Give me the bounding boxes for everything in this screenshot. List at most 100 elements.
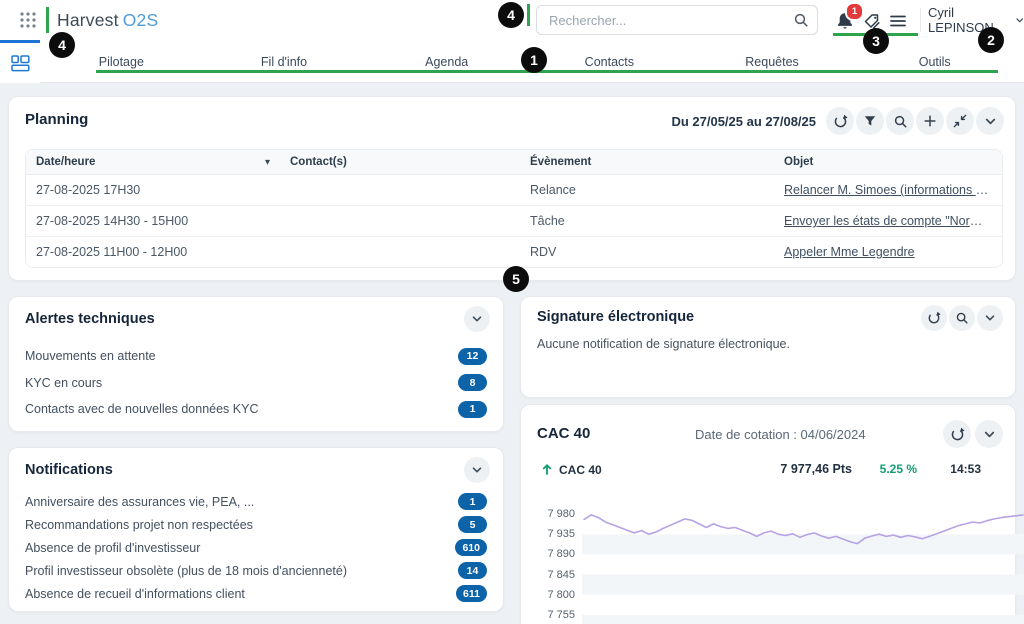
- column-header-v-nement[interactable]: Évènement: [520, 150, 774, 174]
- quote-date-label: Date de cotation : 04/06/2024: [695, 427, 866, 442]
- cell-event: Tâche: [520, 206, 774, 236]
- column-header-date-heure[interactable]: Date/heure ▾: [26, 150, 280, 174]
- y-axis-tick-label: 7 755: [537, 609, 575, 621]
- up-arrow-icon: [541, 463, 553, 476]
- chevron-down-icon: [984, 115, 997, 128]
- signature-controls: [921, 305, 1003, 331]
- collapse-panel-button[interactable]: [976, 107, 1004, 135]
- column-label: Date/heure: [36, 156, 95, 168]
- planning-title: Planning: [25, 111, 88, 128]
- app-logo[interactable]: Harvest O2S: [57, 0, 158, 40]
- line-chart: [582, 506, 1024, 624]
- refresh-button[interactable]: [826, 107, 854, 135]
- annotation-marker-5: 5: [503, 266, 529, 292]
- list-item-label: Absence de profil d'investisseur: [25, 541, 200, 555]
- menu-button[interactable]: [885, 8, 911, 34]
- filter-button[interactable]: [856, 107, 884, 135]
- tab-contacts[interactable]: Contacts: [528, 40, 691, 83]
- cac40-quote-row[interactable]: CAC 40 7 977,46 Pts 5.25 % 14:53: [537, 461, 999, 479]
- index-value: 7 977,46 Pts: [780, 462, 852, 476]
- list-item[interactable]: Anniversaire des assurances vie, PEA, ..…: [25, 490, 487, 513]
- planning-date-range[interactable]: Du 27/05/25 au 27/08/25: [671, 114, 816, 129]
- cac40-card: CAC 40 Date de cotation : 04/06/2024: [520, 404, 1016, 624]
- chevron-down-icon: [1015, 15, 1024, 26]
- index-name: CAC 40: [559, 463, 602, 477]
- user-menu[interactable]: Cyril LEPINSON: [928, 0, 1024, 40]
- tab-agenda[interactable]: Agenda: [365, 40, 528, 83]
- list-item[interactable]: Absence de profil d'investisseur 610: [25, 536, 487, 559]
- count-badge: 1: [458, 493, 487, 510]
- collapse-cac40-button[interactable]: [975, 420, 1003, 448]
- event-object-link[interactable]: Appeler Mme Legendre: [784, 245, 915, 259]
- count-badge: 610: [455, 539, 487, 556]
- annotation-marker-1: 1: [521, 47, 547, 73]
- count-badge: 12: [458, 348, 487, 365]
- signature-empty-text: Aucune notification de signature électro…: [537, 337, 790, 351]
- event-object-link[interactable]: Envoyer les états de compte "Normandie": [784, 214, 992, 228]
- annotation-marker-4: 4: [498, 2, 524, 28]
- list-item[interactable]: Recommandations projet non respectées5: [25, 513, 487, 536]
- global-search: [536, 5, 818, 35]
- apps-grid-button[interactable]: [14, 6, 42, 34]
- cac40-title: CAC 40: [537, 425, 590, 442]
- search-icon[interactable]: [793, 12, 809, 28]
- tab-fil-d-info[interactable]: Fil d'info: [203, 40, 366, 83]
- e-signature-card: Signature électronique Aucune notif: [520, 296, 1016, 398]
- notifications-card: Notifications Anniversaire des assurance…: [8, 447, 504, 612]
- list-item[interactable]: Absence de recueil d'informations client…: [25, 582, 487, 605]
- list-item[interactable]: Contacts avec de nouvelles données KYC1: [25, 396, 487, 423]
- search-input[interactable]: [547, 12, 793, 29]
- collapse-alerts-button[interactable]: [464, 306, 490, 332]
- table-row: 27-08-2025 14H30 - 15H00TâcheEnvoyer les…: [26, 206, 1002, 237]
- logo-text-o2s: O2S: [123, 10, 159, 31]
- count-badge: 8: [458, 374, 487, 391]
- cac40-controls: [943, 420, 1003, 448]
- planning-table-header: Date/heure ▾ Contact(s) Évènement Objet: [26, 150, 1002, 175]
- list-item[interactable]: KYC en cours8: [25, 370, 487, 397]
- cell-object: Appeler Mme Legendre: [774, 237, 1002, 267]
- list-item[interactable]: Profil investisseur obsolète (plus de 18…: [25, 559, 487, 582]
- collapse-signature-button[interactable]: [977, 305, 1003, 331]
- chevron-down-icon: [983, 428, 996, 441]
- count-badge: 611: [456, 585, 487, 602]
- annotation-marker-4: 4: [49, 32, 75, 58]
- count-badge: 5: [458, 516, 487, 533]
- refresh-button[interactable]: [943, 420, 971, 448]
- planning-controls: Du 27/05/25 au 27/08/25: [671, 107, 1004, 135]
- index-time: 14:53: [950, 462, 981, 476]
- table-row: 27-08-2025 17H30RelanceRelancer M. Simoe…: [26, 175, 1002, 206]
- event-object-link[interactable]: Relancer M. Simoes (informations patrimo…: [784, 183, 992, 197]
- chevron-down-icon: [471, 313, 483, 325]
- list-item-label: Profil investisseur obsolète (plus de 18…: [25, 564, 347, 578]
- header-divider: [920, 8, 921, 32]
- annotation-marker-2: 2: [978, 27, 1004, 53]
- sort-caret-icon[interactable]: ▾: [265, 157, 270, 168]
- refresh-icon: [833, 114, 848, 129]
- column-label: Évènement: [530, 156, 591, 168]
- column-header-objet[interactable]: Objet: [774, 150, 1002, 174]
- signature-title: Signature électronique: [537, 309, 694, 325]
- column-header-contact-s[interactable]: Contact(s): [280, 150, 520, 174]
- search-signature-button[interactable]: [949, 305, 975, 331]
- chevron-down-icon: [471, 464, 483, 476]
- count-badge: 1: [458, 401, 487, 418]
- refresh-button[interactable]: [921, 305, 947, 331]
- annotation-highlight-line: [527, 4, 530, 26]
- collapse-expand-button[interactable]: [946, 107, 974, 135]
- tab-requ-tes[interactable]: Requêtes: [691, 40, 854, 83]
- list-item-label: Absence de recueil d'informations client: [25, 587, 245, 601]
- table-row: 27-08-2025 11H00 - 12H00RDVAppeler Mme L…: [26, 237, 1002, 267]
- cell-event: RDV: [520, 237, 774, 267]
- sidebar-item-dashboard[interactable]: [0, 40, 40, 83]
- collapse-notifications-button[interactable]: [464, 457, 490, 483]
- technical-alerts-card: Alertes techniques Mouvements en attente…: [8, 296, 504, 432]
- column-label: Contact(s): [290, 156, 347, 168]
- list-item[interactable]: Mouvements en attente12: [25, 343, 487, 370]
- search-planning-button[interactable]: [886, 107, 914, 135]
- y-axis-tick-label: 7 935: [537, 528, 575, 540]
- refresh-icon: [927, 311, 941, 325]
- cell-contact: [280, 237, 520, 267]
- cell-contact: [280, 175, 520, 205]
- add-event-button[interactable]: [916, 107, 944, 135]
- count-badge: 14: [458, 562, 487, 579]
